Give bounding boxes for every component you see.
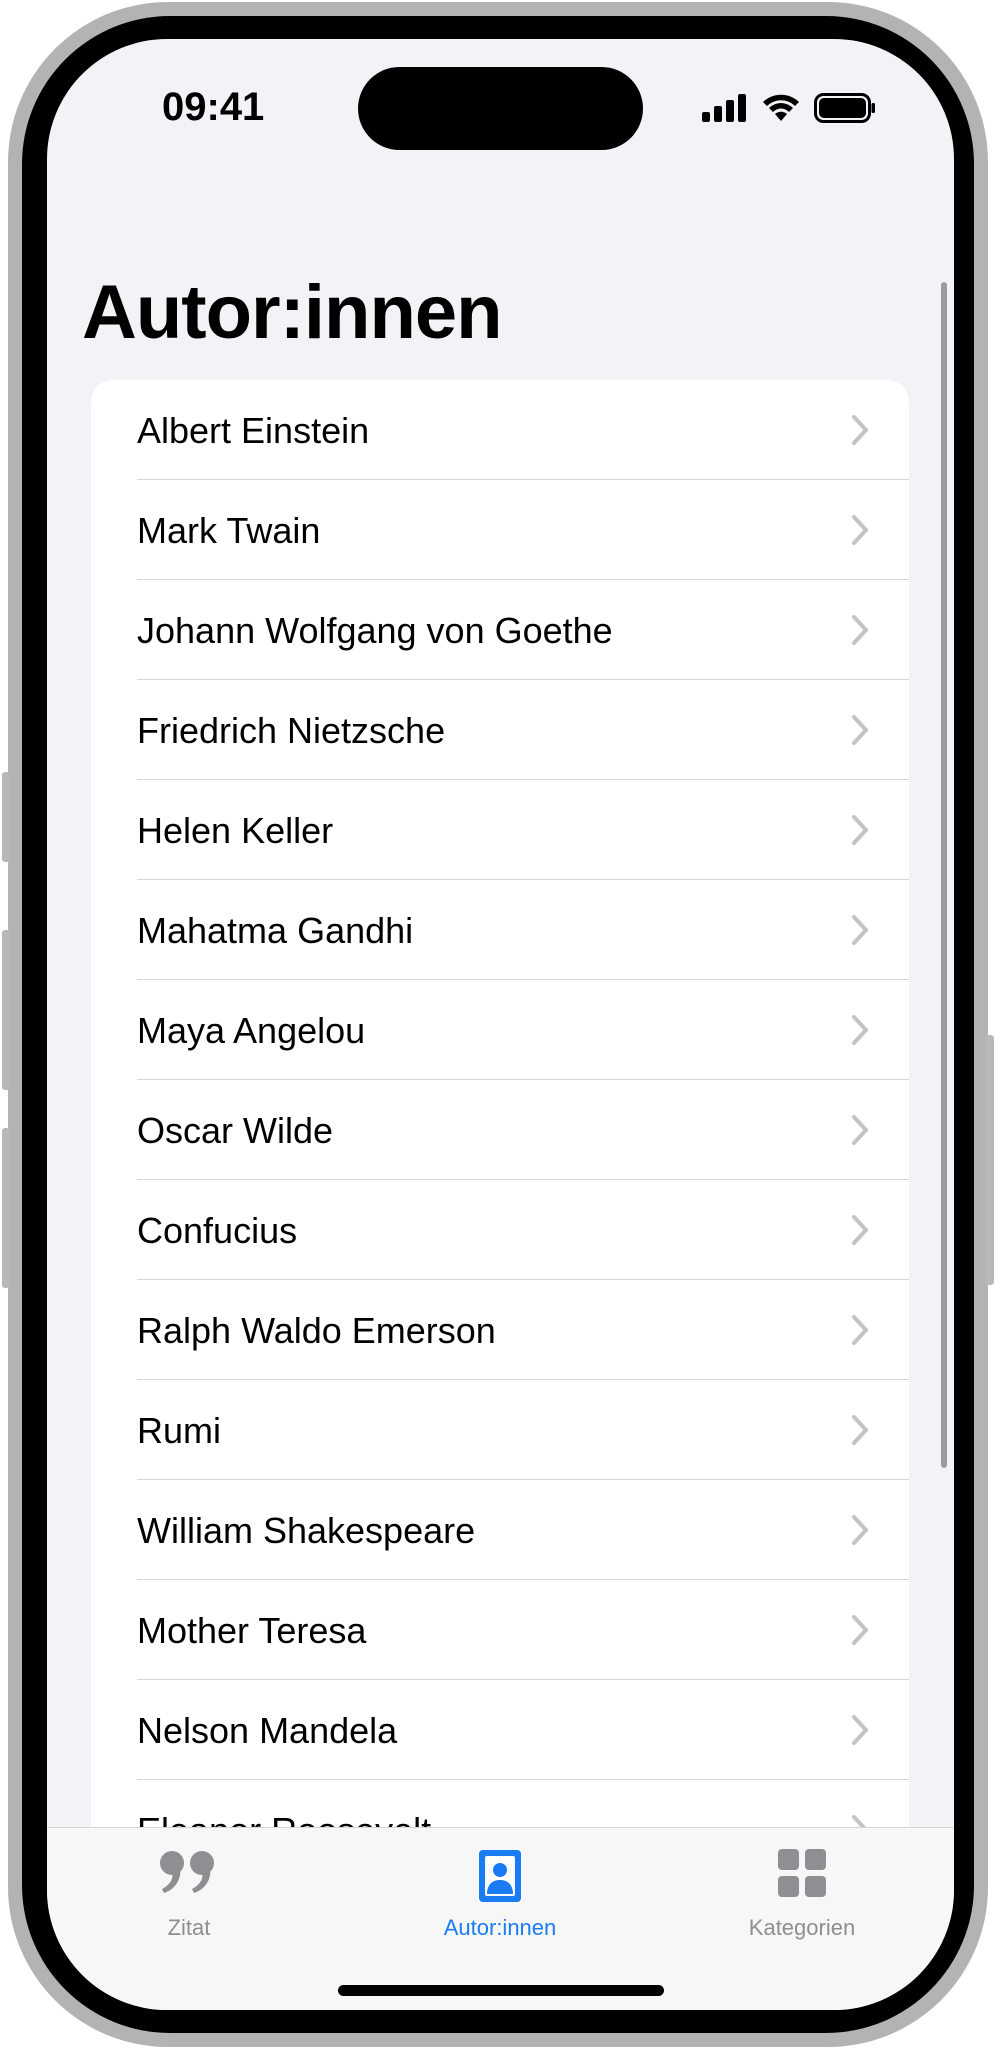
- author-row[interactable]: Helen Keller: [91, 780, 909, 880]
- author-row[interactable]: Johann Wolfgang von Goethe: [91, 580, 909, 680]
- tab-autorinnen-label: Autor:innen: [443, 1915, 557, 1940]
- chevron-right-icon: [852, 815, 868, 845]
- author-name: Mahatma Gandhi: [137, 910, 414, 951]
- wifi-icon: [763, 94, 799, 121]
- battery-icon: [814, 93, 875, 123]
- author-name: Helen Keller: [137, 810, 334, 851]
- person-portrait-icon: [477, 1848, 523, 1909]
- status-time: 09:41: [162, 85, 265, 129]
- author-row[interactable]: Ralph Waldo Emerson: [91, 1280, 909, 1380]
- tab-kategorien[interactable]: Kategorien: [692, 1828, 912, 1958]
- author-name: Johann Wolfgang von Goethe: [137, 610, 613, 651]
- volume-up-button: [2, 930, 10, 1090]
- author-row[interactable]: Maya Angelou: [91, 980, 909, 1080]
- author-name: Mother Teresa: [137, 1610, 367, 1651]
- author-name: Rumi: [137, 1410, 222, 1451]
- author-name: Ralph Waldo Emerson: [137, 1310, 496, 1351]
- chevron-right-icon: [852, 1015, 868, 1045]
- author-row[interactable]: Mother Teresa: [91, 1580, 909, 1680]
- page-title: Autor:innen: [82, 270, 503, 355]
- screen: 09:41 Autor:innen Albert Einstein Mark Tw…: [47, 39, 954, 2010]
- tab-bar: Zitat Autor:innen Kategorien: [47, 1827, 954, 2010]
- chevron-right-icon: [852, 1215, 868, 1245]
- action-button: [2, 772, 10, 862]
- author-name: Nelson Mandela: [137, 1710, 398, 1751]
- grid-icon: [777, 1848, 827, 1903]
- status-icons: [702, 93, 876, 123]
- author-row[interactable]: Mahatma Gandhi: [91, 880, 909, 980]
- dynamic-island: [358, 67, 643, 150]
- author-row[interactable]: Mark Twain: [91, 480, 909, 580]
- power-button: [986, 1035, 994, 1285]
- tab-zitat-label: Zitat: [167, 1915, 211, 1940]
- author-row[interactable]: Albert Einstein: [91, 380, 909, 480]
- chevron-right-icon: [852, 615, 868, 645]
- author-name: Albert Einstein: [137, 410, 370, 451]
- author-row[interactable]: Nelson Mandela: [91, 1680, 909, 1780]
- chevron-right-icon: [852, 1615, 868, 1645]
- chevron-right-icon: [852, 1315, 868, 1345]
- home-indicator[interactable]: [338, 1985, 664, 1996]
- chevron-right-icon: [852, 715, 868, 745]
- tab-autorinnen[interactable]: Autor:innen: [390, 1828, 610, 1958]
- cellular-signal-icon: [702, 94, 746, 122]
- chevron-right-icon: [852, 1115, 868, 1145]
- scroll-indicator[interactable]: [941, 282, 947, 1468]
- author-row[interactable]: William Shakespeare: [91, 1480, 909, 1580]
- author-row[interactable]: Rumi: [91, 1380, 909, 1480]
- author-name: Confucius: [137, 1210, 298, 1251]
- chevron-right-icon: [852, 1515, 868, 1545]
- chevron-right-icon: [852, 915, 868, 945]
- chevron-right-icon: [852, 1715, 868, 1745]
- author-name: Oscar Wilde: [137, 1110, 334, 1151]
- author-row[interactable]: Oscar Wilde: [91, 1080, 909, 1180]
- author-row[interactable]: Confucius: [91, 1180, 909, 1280]
- author-name: Maya Angelou: [137, 1010, 366, 1051]
- author-name: Friedrich Nietzsche: [137, 710, 446, 751]
- chevron-right-icon: [852, 515, 868, 545]
- quote-icon: [158, 1848, 220, 1901]
- tab-kategorien-label: Kategorien: [748, 1915, 856, 1940]
- tab-zitat[interactable]: Zitat: [79, 1828, 299, 1958]
- chevron-right-icon: [852, 415, 868, 445]
- author-name: Mark Twain: [137, 510, 321, 551]
- volume-down-button: [2, 1128, 10, 1288]
- author-list: Albert Einstein Mark Twain Johann Wolfgang…: [91, 380, 909, 1880]
- author-name: William Shakespeare: [137, 1510, 476, 1551]
- author-row[interactable]: Friedrich Nietzsche: [91, 680, 909, 780]
- chevron-right-icon: [852, 1415, 868, 1445]
